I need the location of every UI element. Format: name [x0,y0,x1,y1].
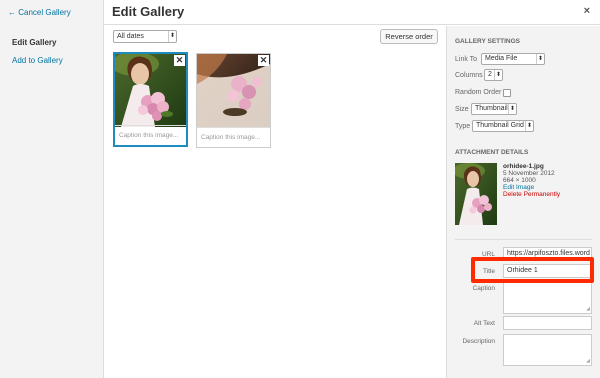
description-label: Description [462,338,495,345]
url-label: URL [481,251,495,258]
caption-label: Caption [472,285,495,292]
reverse-order-button[interactable]: Reverse order [380,29,438,44]
columns-value: 2 [488,71,492,78]
size-value: Thumbnail [475,105,508,112]
updown-caret-icon: ⬍ [525,121,533,131]
sidebar-item-edit-gallery[interactable]: Edit Gallery [12,38,56,47]
size-label: Size [455,106,469,113]
caption-input[interactable]: Caption this image... [115,125,186,145]
settings-panel: GALLERY SETTINGS Link To Media File ⬍ Co… [446,26,600,378]
media-sidebar: ← Cancel Gallery Edit Gallery Add to Gal… [0,0,104,378]
type-value: Thumbnail Grid [476,122,524,129]
size-select[interactable]: Thumbnail ⬍ [471,103,517,115]
sidebar-item-add-to-gallery[interactable]: Add to Gallery [12,56,63,65]
edit-image-link[interactable]: Edit Image [503,184,560,191]
type-label: Type [455,123,471,130]
modal-header: Edit Gallery × [104,0,600,25]
link-to-select[interactable]: Media File ⬍ [481,53,545,65]
description-textarea[interactable]: ◢ [503,334,592,366]
page-title: Edit Gallery [112,4,185,19]
title-label: Title [482,268,495,275]
type-select[interactable]: Thumbnail Grid ⬍ [472,120,534,132]
title-field[interactable]: Orhidee 1 [503,264,592,278]
alt-text-label: Alt Text [473,320,495,327]
updown-caret-icon: ⬍ [508,104,516,114]
link-to-label: Link To [455,56,478,63]
alt-text-field[interactable] [503,316,592,330]
resize-grip-icon[interactable]: ◢ [586,307,590,312]
date-filter-value: All dates [117,33,144,40]
gallery-thumbnail[interactable]: ✕ Caption this image... [196,53,271,148]
random-order-label: Random Order [455,89,502,96]
remove-icon[interactable]: ✕ [174,55,185,66]
caption-textarea[interactable]: ◢ [503,282,592,314]
close-icon[interactable]: × [584,5,590,17]
cancel-gallery-link[interactable]: ← Cancel Gallery [8,8,71,17]
columns-label: Columns [455,72,483,79]
updown-caret-icon: ⬍ [168,31,176,42]
attachment-filename: orhidee-1.jpg [503,163,544,170]
date-filter-select[interactable]: All dates ⬍ [113,30,177,43]
updown-caret-icon: ⬍ [536,54,544,64]
link-to-value: Media File [485,55,518,62]
resize-grip-icon[interactable]: ◢ [586,359,590,364]
attachment-date: 5 November 2012 [503,170,555,177]
random-order-checkbox[interactable] [503,89,511,97]
attachment-details-heading: ATTACHMENT DETAILS [455,149,529,156]
updown-caret-icon: ⬍ [494,70,502,80]
url-field[interactable]: https://arpifoszto.files.word [503,247,592,261]
caption-input[interactable]: Caption this image... [197,127,270,147]
divider [455,239,592,240]
delete-permanently-link[interactable]: Delete Permanently [503,191,560,198]
attachment-preview [455,163,497,225]
remove-icon[interactable]: ✕ [258,55,269,66]
gallery-thumbnail[interactable]: ✕ Caption this image... [113,52,188,147]
gallery-settings-heading: GALLERY SETTINGS [455,38,521,45]
attachment-dimensions: 664 × 1000 [503,177,536,184]
columns-select[interactable]: 2 ⬍ [484,69,503,81]
